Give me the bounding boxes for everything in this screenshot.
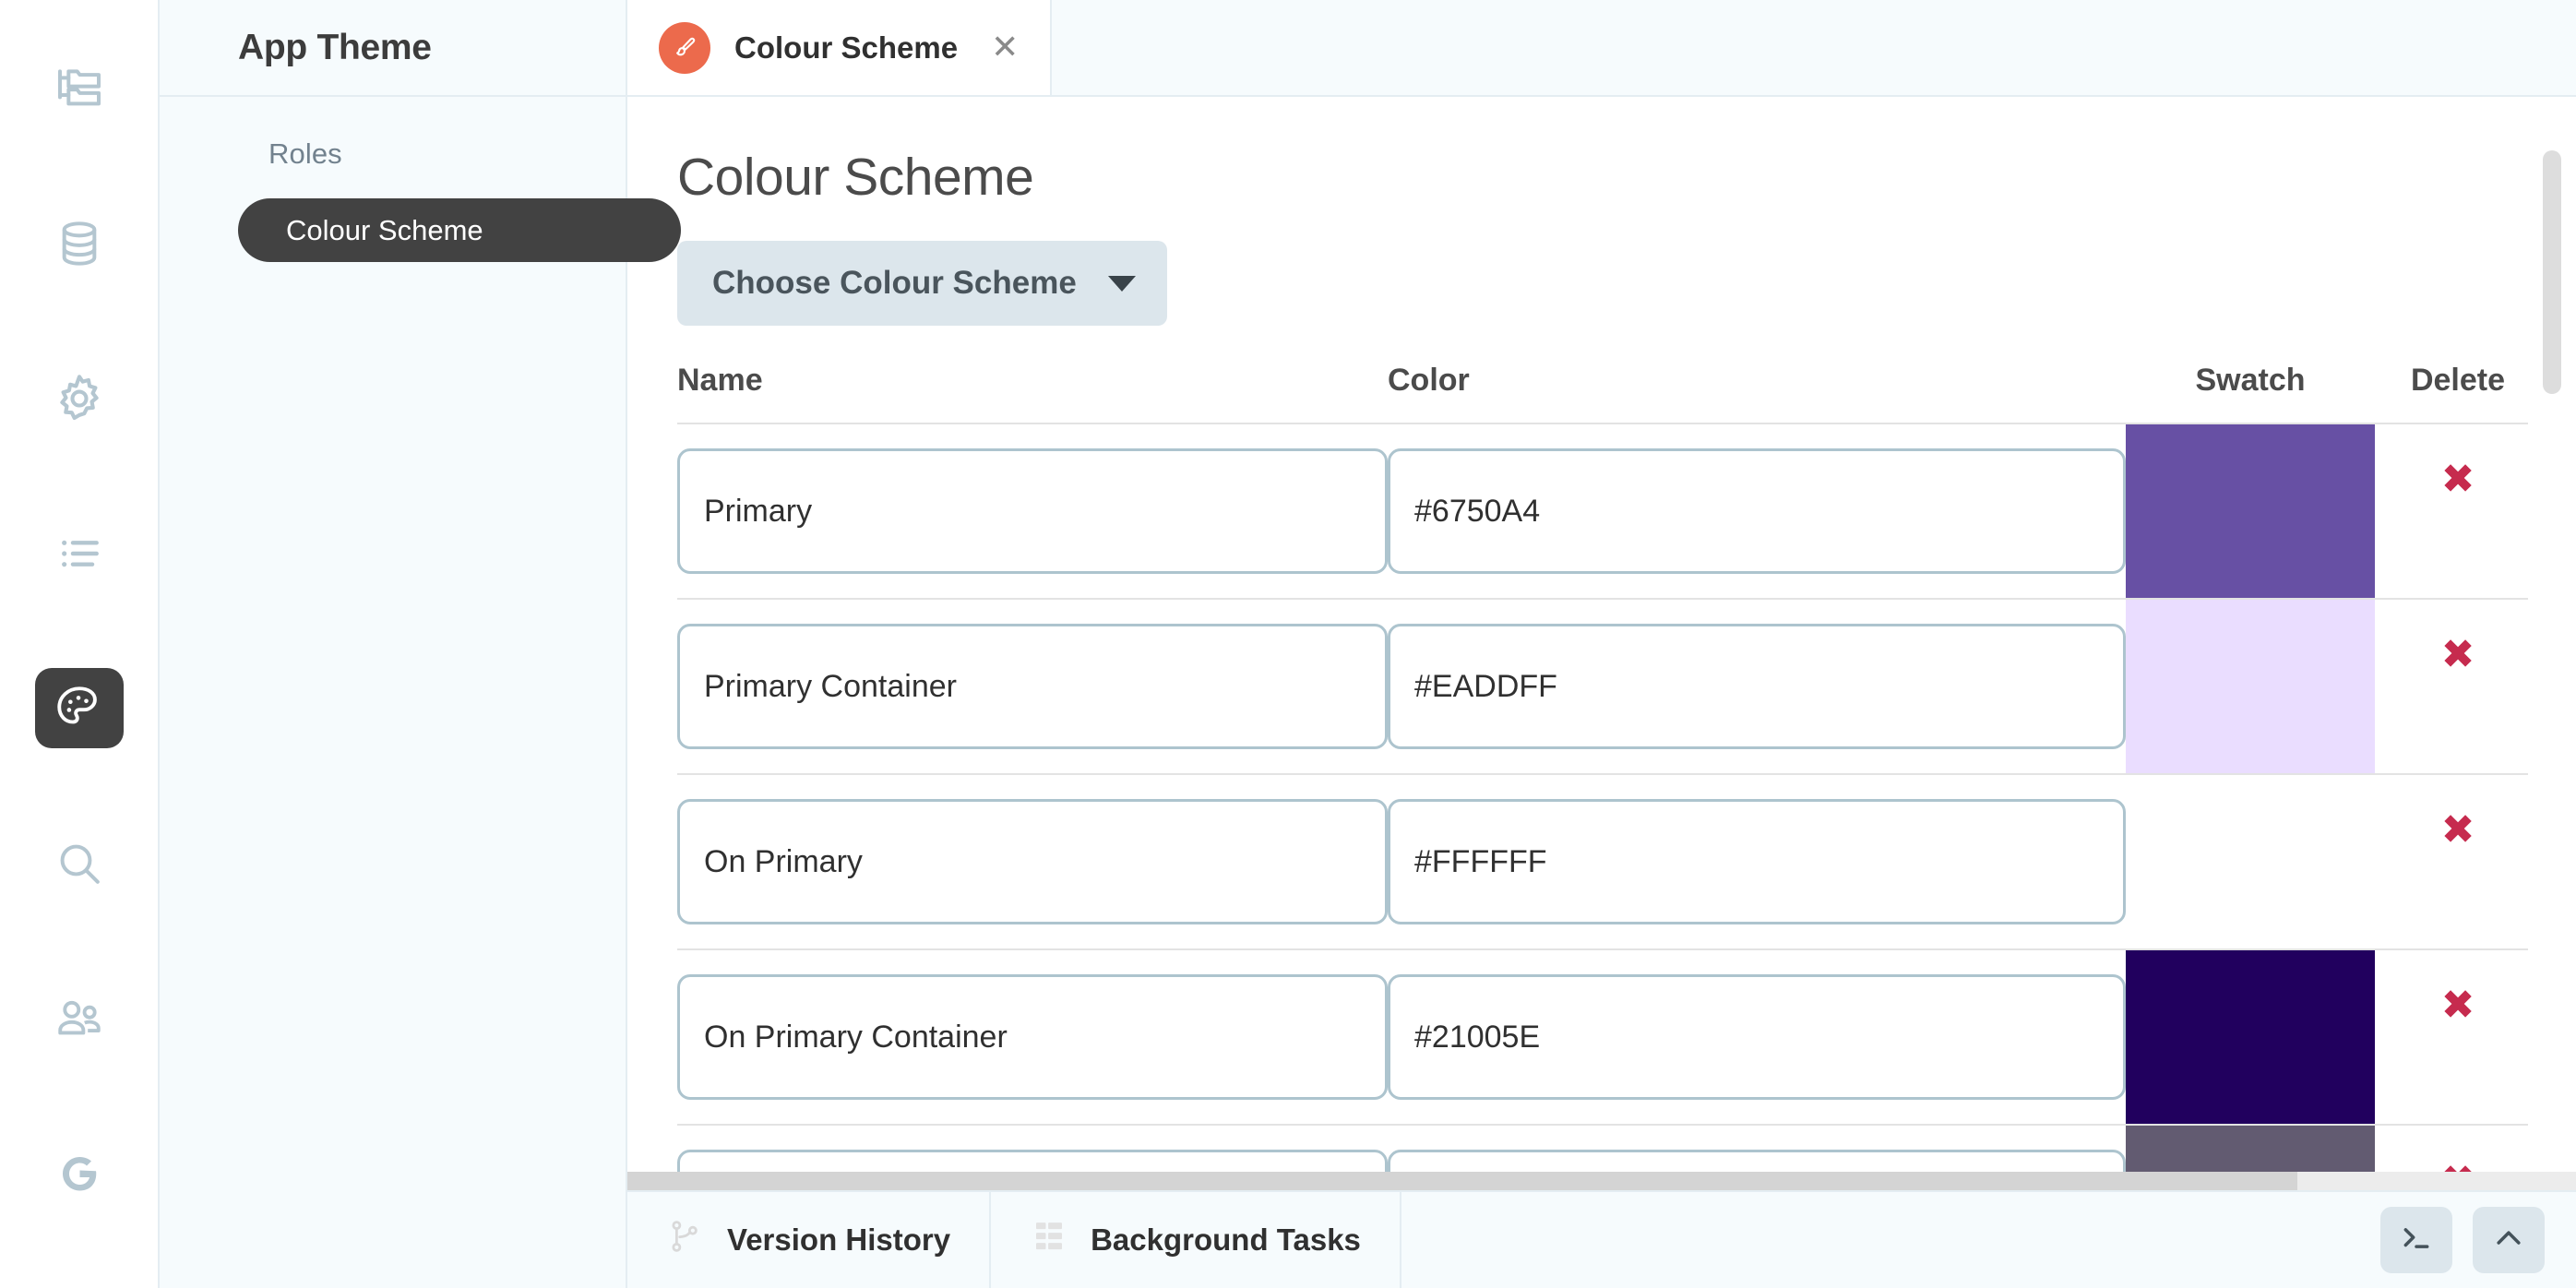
vertical-scrollbar-thumb[interactable] [2543,150,2561,394]
sidebar-item-google[interactable] [35,1133,124,1213]
gear-icon [53,372,106,425]
status-spacer [1401,1192,2380,1288]
nav-header: App Theme [160,0,626,97]
table-row: ✖ [677,774,2541,949]
cell-color [1388,599,2126,774]
cell-delete: ✖ [2375,599,2541,774]
colour-swatch [2126,424,2375,598]
color-input[interactable] [1388,624,2126,749]
search-icon [54,838,105,889]
tab-colour-scheme[interactable]: Colour Scheme ✕ [627,0,1052,95]
delete-row-button[interactable]: ✖ [2441,810,2475,851]
sidebar-item-database[interactable] [35,203,124,283]
delete-row-button[interactable]: ✖ [2441,635,2475,675]
cell-name [677,949,1388,1125]
table-row: ✖ [677,423,2541,599]
choose-colour-scheme-button[interactable]: Choose Colour Scheme [677,241,1167,326]
name-input[interactable] [677,448,1388,574]
status-bar-actions [2380,1192,2576,1288]
cell-swatch [2126,774,2375,949]
vertical-scrollbar[interactable] [2528,97,2576,1190]
delete-row-button[interactable]: ✖ [2441,985,2475,1026]
tab-label: Colour Scheme [734,30,958,66]
status-item-background-tasks[interactable]: Background Tasks [991,1192,1401,1288]
color-input[interactable] [1388,448,2126,574]
git-branch-icon [666,1217,705,1263]
sidebar-item-settings[interactable] [35,358,124,438]
app-window: App Theme Roles Colour Scheme Colour Sch… [0,0,2576,1288]
nav-section-label: Roles [160,137,626,171]
list-icon [54,528,105,579]
tab-strip: Colour Scheme ✕ [627,0,2576,97]
status-item-version-history[interactable]: Version History [627,1192,991,1288]
table-rows-icon [1030,1217,1068,1263]
table-header: Name Color Swatch Delete [677,363,2541,423]
cell-swatch [2126,599,2375,774]
cell-color [1388,423,2126,599]
cell-color [1388,774,2126,949]
table-header-row: Name Color Swatch Delete [677,363,2541,423]
column-header-delete: Delete [2375,363,2541,423]
terminal-icon [2398,1220,2435,1261]
content-title: Colour Scheme [677,147,2576,208]
horizontal-scrollbar[interactable] [627,1172,2576,1190]
colour-swatch [2126,600,2375,773]
icon-rail [0,0,160,1288]
column-header-swatch: Swatch [2126,363,2375,423]
palette-icon [53,682,106,735]
table-row: ✖ [677,599,2541,774]
sidebar-item-search[interactable] [35,823,124,903]
column-header-color: Color [1388,363,2126,423]
cell-delete: ✖ [2375,423,2541,599]
sidebar-item-label: Colour Scheme [286,214,483,247]
sidebar-item-app-theme[interactable] [35,668,124,748]
sidebar-item-users[interactable] [35,978,124,1058]
cell-color [1388,949,2126,1125]
cell-name [677,423,1388,599]
name-input[interactable] [677,799,1388,924]
cell-swatch [2126,423,2375,599]
status-item-label: Background Tasks [1091,1222,1361,1258]
name-input[interactable] [677,974,1388,1100]
table-body: ✖✖✖✖✖ [677,423,2541,1190]
paintbrush-icon [659,22,710,74]
horizontal-scrollbar-thumb[interactable] [627,1172,2297,1190]
chevron-up-icon [2490,1220,2527,1261]
cell-delete: ✖ [2375,949,2541,1125]
delete-row-button[interactable]: ✖ [2441,459,2475,500]
color-input[interactable] [1388,799,2126,924]
colour-swatch [2126,950,2375,1124]
terminal-button[interactable] [2380,1207,2452,1273]
status-item-label: Version History [727,1222,950,1258]
file-tree-icon [54,63,105,114]
cell-swatch [2126,949,2375,1125]
sidebar-item-colour-scheme[interactable]: Colour Scheme [238,198,681,262]
users-icon [53,992,106,1045]
cell-name [677,774,1388,949]
status-bar: Version History Background Tasks [627,1190,2576,1288]
chevron-down-icon [1108,276,1136,292]
cell-delete: ✖ [2375,774,2541,949]
colour-swatch [2126,775,2375,948]
sidebar-item-lists[interactable] [35,513,124,593]
cell-name [677,599,1388,774]
table-row: ✖ [677,949,2541,1125]
nav-body: Roles Colour Scheme [160,97,626,262]
close-icon[interactable]: ✕ [991,31,1019,65]
main-region: Colour Scheme ✕ Colour Scheme Choose Col… [627,0,2576,1288]
database-icon [54,218,105,269]
sidebar-item-file-tree[interactable] [35,48,124,128]
colour-scheme-table: Name Color Swatch Delete ✖✖✖✖✖ [677,363,2541,1190]
name-input[interactable] [677,624,1388,749]
expand-panel-button[interactable] [2473,1207,2545,1273]
color-input[interactable] [1388,974,2126,1100]
secondary-nav-panel: App Theme Roles Colour Scheme [160,0,627,1288]
google-icon [52,1146,107,1201]
content-inner: Colour Scheme Choose Colour Scheme Name … [627,97,2576,1190]
choose-colour-scheme-label: Choose Colour Scheme [712,265,1077,302]
page-title: App Theme [238,28,432,68]
content-pane: Colour Scheme Choose Colour Scheme Name … [627,97,2576,1190]
column-header-name: Name [677,363,1388,423]
